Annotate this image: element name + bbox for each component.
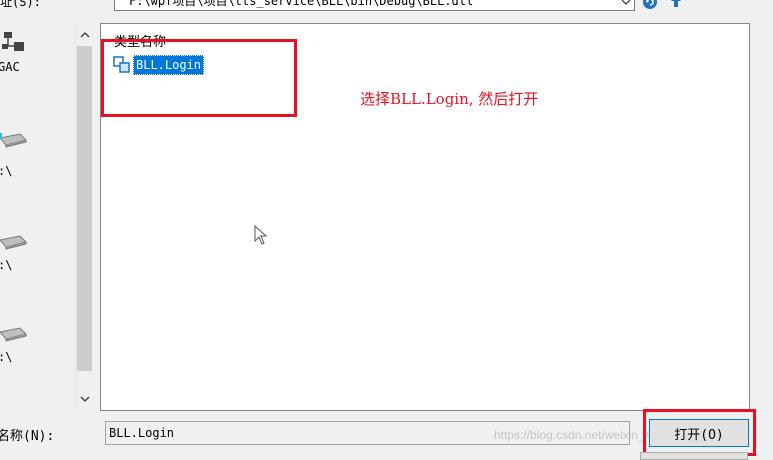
annotation-box-list-item (101, 39, 297, 117)
scrollbar-thumb[interactable] (77, 46, 92, 371)
path-combo[interactable]: F:\wpf项目\项目\tts_service\BLL\bin\Debug\BL… (114, 0, 635, 11)
drive-icon (0, 133, 27, 148)
cancel-button[interactable] (640, 452, 748, 460)
back-refresh-icon[interactable] (642, 0, 658, 10)
up-folder-icon[interactable] (668, 0, 684, 10)
network-icon (2, 32, 24, 51)
mouse-cursor-icon (254, 224, 270, 247)
place-label: :\ (0, 350, 13, 364)
place-label: :\ (0, 258, 13, 272)
annotation-text: 选择BLL.Login, 然后打开 (360, 90, 539, 108)
drive-icon (0, 235, 27, 250)
address-label: 址(S): (0, 0, 41, 9)
chevron-up-icon[interactable] (75, 24, 94, 46)
drive-icon (0, 327, 27, 342)
filename-label: 名称(N): (0, 429, 55, 444)
chevron-down-icon[interactable] (617, 0, 635, 11)
place-label: :\ (0, 164, 13, 178)
annotation-box-open-button (643, 409, 756, 456)
chevron-down-icon[interactable] (75, 388, 94, 410)
place-label: GAC (0, 60, 20, 74)
